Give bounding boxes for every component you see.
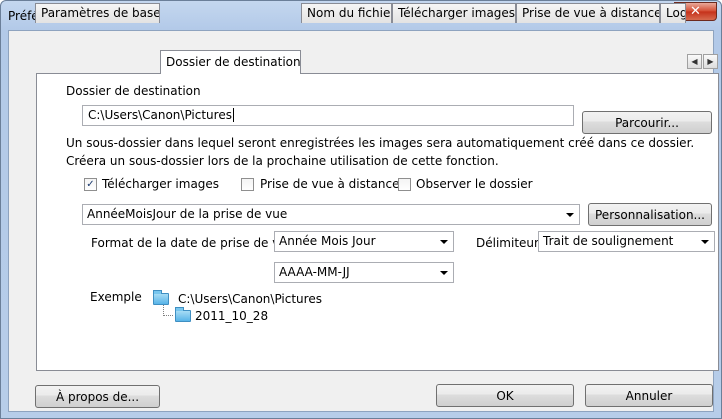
example-subfolder: 2011_10_28 — [195, 309, 269, 323]
delimiter-value: Trait de soulignement — [543, 234, 674, 248]
watch-folder-checkbox[interactable] — [398, 178, 411, 191]
ok-button[interactable]: OK — [436, 384, 574, 407]
dropdown-arrow-icon — [566, 213, 574, 217]
tab-label: Log — [666, 6, 686, 20]
browse-button-label: Parcourir... — [615, 115, 679, 130]
destination-path-value: C:\Users\Canon\Pictures — [88, 108, 232, 122]
folder-icon — [175, 307, 191, 322]
close-icon: ✕ — [690, 4, 701, 19]
tab-label: Dossier de destination — [166, 55, 301, 69]
subfolder-format-select[interactable]: AnnéeMoisJour de la prise de vue — [82, 204, 580, 225]
tab-label: Télécharger images — [398, 6, 516, 20]
download-images-label: Télécharger images — [102, 177, 220, 191]
tab-telecharger-images[interactable]: Télécharger images — [392, 3, 516, 23]
subfolder-format-value: AnnéeMoisJour de la prise de vue — [87, 207, 288, 221]
about-button-label: À propos de... — [55, 389, 140, 404]
watch-folder-label: Observer le dossier — [416, 177, 533, 191]
delimiter-select[interactable]: Trait de soulignement — [538, 231, 715, 252]
check-mark-icon: ✓ — [86, 179, 95, 190]
customize-button-label: Personnalisation... — [595, 207, 705, 222]
download-images-checkbox[interactable]: ✓ — [84, 178, 97, 191]
tab-scroll-right-button[interactable]: ▶ — [703, 54, 718, 69]
cancel-button[interactable]: Annuler — [585, 384, 713, 407]
example-label: Exemple — [90, 290, 142, 304]
tab-parametres-de-base[interactable]: Paramètres de base — [35, 3, 160, 23]
description-line-2: Créera un sous-dossier lors de la procha… — [66, 154, 499, 168]
folder-icon — [153, 290, 169, 305]
tab-nom-du-fichier[interactable]: Nom du fichier — [301, 3, 392, 23]
about-button[interactable]: À propos de... — [35, 385, 160, 408]
remote-shooting-checkbox[interactable] — [241, 178, 254, 191]
date-pattern-select[interactable]: AAAA-MM-JJ — [274, 262, 454, 283]
customize-button[interactable]: Personnalisation... — [588, 203, 712, 226]
ok-button-label: OK — [496, 388, 514, 403]
chevron-right-icon: ▶ — [707, 57, 714, 66]
date-format-label: Format de la date de prise de vue — [91, 236, 295, 250]
tab-scroll-left-button[interactable]: ◀ — [687, 54, 702, 69]
cancel-button-label: Annuler — [625, 388, 673, 403]
tab-label: Prise de vue à distance — [522, 6, 660, 20]
destination-path-field[interactable]: C:\Users\Canon\Pictures — [82, 105, 574, 126]
date-format-value: Année Mois Jour — [279, 234, 376, 248]
tab-label: Nom du fichier — [307, 6, 392, 20]
example-root-path: C:\Users\Canon\Pictures — [178, 292, 322, 306]
chevron-left-icon: ◀ — [691, 57, 698, 66]
dropdown-arrow-icon — [440, 271, 448, 275]
description-line-1: Un sous-dossier dans lequel seront enreg… — [66, 136, 695, 150]
tab-prise-de-vue-a-distance[interactable]: Prise de vue à distance — [516, 3, 660, 23]
tab-log[interactable]: Log — [660, 3, 686, 23]
remote-shooting-label: Prise de vue à distance — [260, 177, 400, 191]
dropdown-arrow-icon — [701, 240, 709, 244]
destination-folder-label: Dossier de destination — [66, 84, 201, 98]
date-pattern-value: AAAA-MM-JJ — [279, 265, 350, 279]
tab-dossier-de-destination[interactable]: Dossier de destination — [160, 50, 301, 74]
tab-label: Paramètres de base — [41, 6, 160, 20]
delimiter-label: Délimiteur — [476, 236, 539, 250]
date-format-select[interactable]: Année Mois Jour — [274, 231, 454, 252]
tree-connector — [163, 305, 173, 316]
browse-button[interactable]: Parcourir... — [582, 111, 712, 134]
dropdown-arrow-icon — [440, 240, 448, 244]
